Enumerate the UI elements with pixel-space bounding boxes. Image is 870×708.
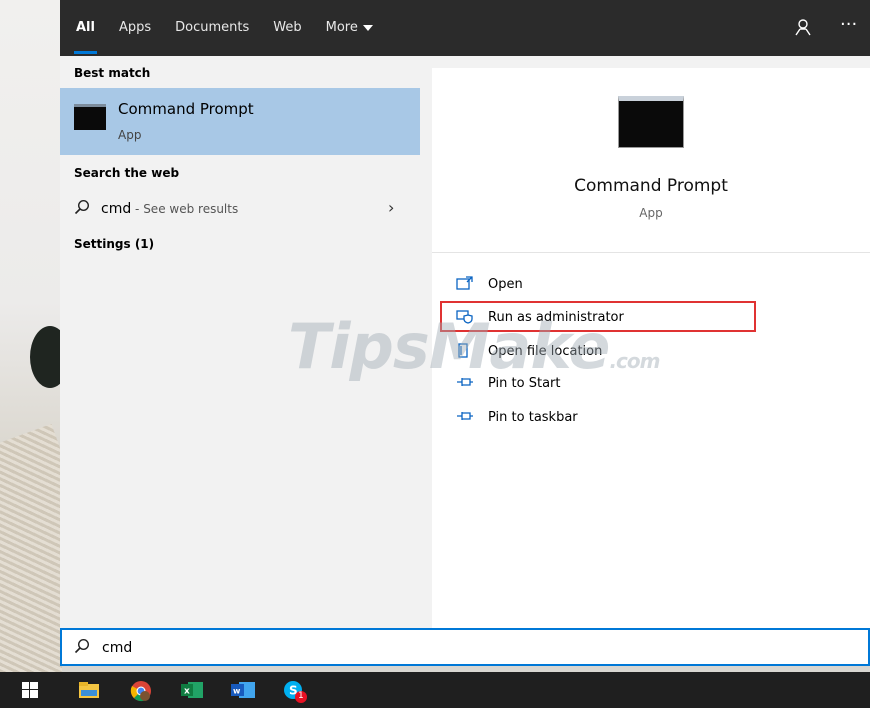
skype-icon[interactable]: S 1 xyxy=(282,680,312,703)
highlight-box xyxy=(440,301,756,332)
search-tab-bar: All Apps Documents Web More ··· xyxy=(60,0,870,56)
pin-icon xyxy=(456,409,476,425)
tab-apps[interactable]: Apps xyxy=(119,0,151,56)
search-input[interactable] xyxy=(102,637,802,659)
result-type: App xyxy=(118,128,142,142)
wallpaper-knit xyxy=(0,423,62,672)
divider xyxy=(432,252,870,253)
command-prompt-icon xyxy=(74,104,106,130)
taskbar: x w S 1 xyxy=(0,672,870,708)
tab-more[interactable]: More xyxy=(326,0,373,56)
search-panel: All Apps Documents Web More ··· Best mat… xyxy=(60,0,870,628)
word-icon[interactable]: w xyxy=(230,680,255,700)
preview-subtitle: App xyxy=(639,206,663,220)
tabs: All Apps Documents Web More xyxy=(74,0,397,56)
svg-text:x: x xyxy=(184,687,190,697)
chevron-right-icon: › xyxy=(388,198,395,217)
chrome-icon[interactable] xyxy=(130,680,152,702)
action-open-file-location[interactable]: Open file location xyxy=(456,339,602,363)
chevron-down-icon xyxy=(362,24,373,31)
desktop-background xyxy=(0,0,62,672)
preview-pane: Command Prompt App Open Run as administr… xyxy=(432,68,870,628)
tab-web[interactable]: Web xyxy=(273,0,301,56)
wallpaper-plant xyxy=(30,326,62,388)
command-prompt-large-icon xyxy=(618,96,684,148)
svg-text:w: w xyxy=(233,687,241,696)
search-icon xyxy=(74,199,90,219)
search-box[interactable] xyxy=(60,628,870,666)
preview-title: Command Prompt xyxy=(574,176,728,196)
web-results-hint: - See web results xyxy=(131,202,239,216)
best-match-item[interactable]: Command Prompt App xyxy=(60,88,420,155)
pin-icon xyxy=(456,375,476,391)
web-query: cmd xyxy=(101,201,132,217)
action-pin-to-taskbar[interactable]: Pin to taskbar xyxy=(456,405,578,429)
tab-all[interactable]: All xyxy=(74,0,97,56)
skype-notification-badge: 1 xyxy=(298,691,304,701)
more-options-icon[interactable]: ··· xyxy=(840,14,857,35)
results-list: Best match Command Prompt App Search the… xyxy=(60,56,420,628)
windows-start-icon[interactable] xyxy=(22,682,44,702)
tab-documents[interactable]: Documents xyxy=(175,0,249,56)
action-open[interactable]: Open xyxy=(456,272,523,296)
open-icon xyxy=(456,276,476,292)
file-explorer-icon[interactable] xyxy=(78,680,100,700)
best-match-heading: Best match xyxy=(74,66,151,80)
feedback-icon[interactable] xyxy=(794,18,812,40)
settings-heading[interactable]: Settings (1) xyxy=(74,237,154,251)
search-icon xyxy=(74,638,90,658)
web-result-item[interactable]: cmd - See web results › xyxy=(60,194,420,226)
file-location-icon xyxy=(456,343,476,359)
excel-icon[interactable]: x xyxy=(180,680,203,700)
action-pin-to-start[interactable]: Pin to Start xyxy=(456,371,560,395)
search-web-heading: Search the web xyxy=(74,166,180,180)
result-name: Command Prompt xyxy=(118,100,254,118)
